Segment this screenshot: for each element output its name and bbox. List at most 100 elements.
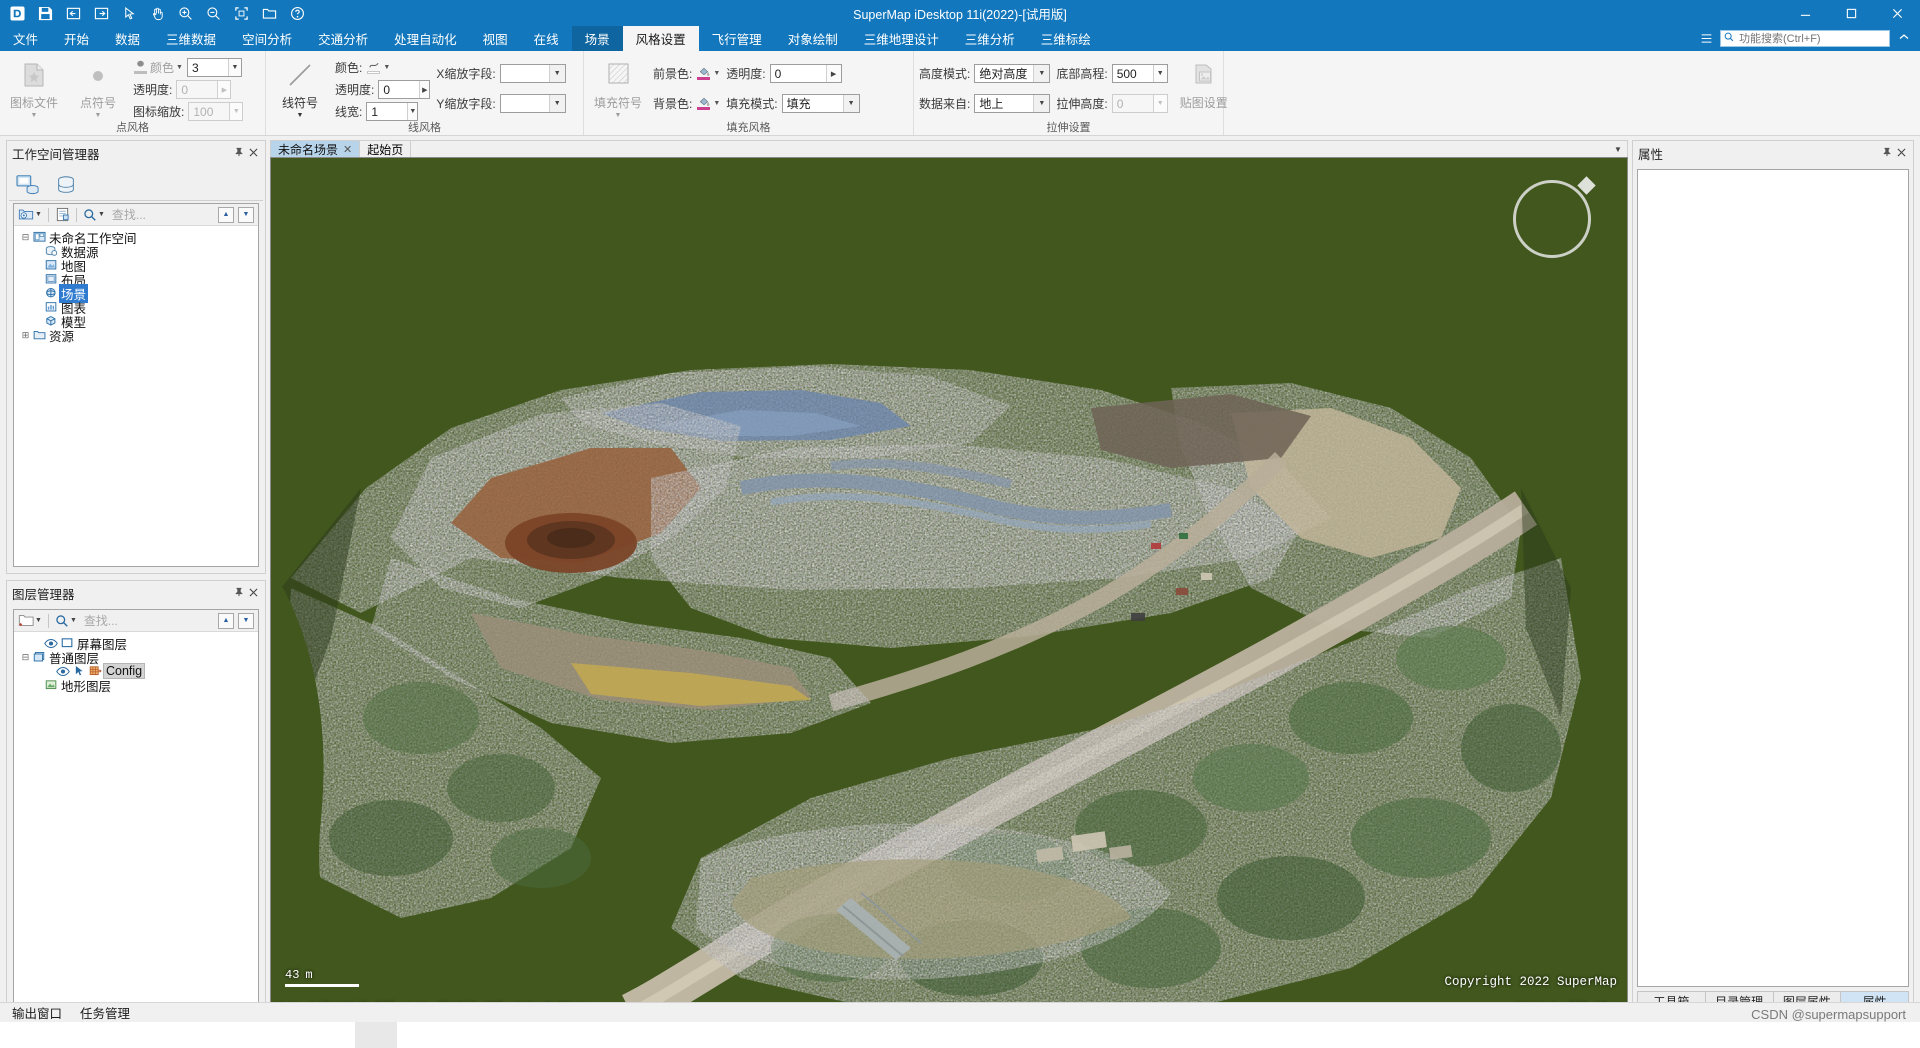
tree-node-map[interactable]: 地图 bbox=[20, 258, 258, 272]
tab-start[interactable]: 开始 bbox=[51, 26, 102, 51]
chevron-down-icon[interactable]: ▼ bbox=[383, 64, 390, 71]
tree-node-layout[interactable]: 布局 bbox=[20, 272, 258, 286]
point-count-spinner[interactable]: 3 ▼ bbox=[187, 58, 242, 77]
chevron-down-icon[interactable]: ▼ bbox=[229, 103, 242, 120]
minimize-button[interactable] bbox=[1782, 0, 1828, 26]
zoom-out-icon[interactable] bbox=[200, 1, 226, 25]
chevron-down-icon[interactable]: ▼ bbox=[176, 64, 183, 71]
undo-icon[interactable] bbox=[60, 1, 86, 25]
expander-icon[interactable]: ⊟ bbox=[20, 652, 31, 663]
tab-process-automation[interactable]: 处理自动化 bbox=[381, 26, 470, 51]
search-input[interactable] bbox=[1737, 31, 1886, 46]
move-up-icon[interactable]: ▲ bbox=[218, 613, 234, 629]
point-color-button[interactable]: 颜色 ▼ bbox=[133, 59, 183, 76]
chevron-right-icon[interactable]: ▶ bbox=[217, 81, 230, 98]
chevron-down-icon[interactable]: ▼ bbox=[713, 70, 720, 77]
zoom-in-icon[interactable] bbox=[172, 1, 198, 25]
fill-symbol-button[interactable]: 填充符号 ▼ bbox=[589, 55, 647, 119]
chevron-down-icon[interactable]: ▼ bbox=[35, 211, 42, 218]
line-symbol-button[interactable]: 线符号 ▼ bbox=[271, 55, 329, 119]
fill-opacity-spinner[interactable]: 0 ▶ bbox=[770, 64, 842, 83]
tab-traffic-analysis[interactable]: 交通分析 bbox=[305, 26, 381, 51]
chevron-down-icon[interactable]: ▼ bbox=[70, 617, 77, 624]
pin-icon[interactable] bbox=[232, 587, 246, 600]
restore-button[interactable] bbox=[1828, 0, 1874, 26]
chevron-down-icon[interactable]: ▼ bbox=[1153, 95, 1167, 112]
tab-file[interactable]: 文件 bbox=[0, 26, 51, 51]
expand-down-icon[interactable]: ▼ bbox=[238, 207, 254, 223]
chevron-down-icon[interactable]: ▼ bbox=[1609, 141, 1627, 157]
chevron-down-icon[interactable]: ▼ bbox=[1153, 65, 1167, 82]
close-icon[interactable] bbox=[1894, 148, 1908, 160]
close-button[interactable] bbox=[1874, 0, 1920, 26]
chevron-down-icon[interactable]: ▼ bbox=[35, 617, 42, 624]
chevron-down-icon[interactable]: ▼ bbox=[549, 65, 565, 82]
chevron-down-icon[interactable]: ▼ bbox=[297, 113, 304, 119]
close-icon[interactable]: ✕ bbox=[343, 143, 352, 156]
stretch-height-spinner[interactable]: 0 ▼ bbox=[1112, 94, 1168, 113]
open-folder-icon[interactable] bbox=[256, 1, 282, 25]
taskbar-item[interactable] bbox=[355, 1022, 397, 1048]
chevron-down-icon[interactable]: ▼ bbox=[31, 113, 38, 119]
tab-3d-analysis[interactable]: 三维分析 bbox=[952, 26, 1028, 51]
texture-settings-button[interactable]: 贴图设置 bbox=[1180, 55, 1228, 111]
redo-icon[interactable] bbox=[88, 1, 114, 25]
pan-hand-icon[interactable] bbox=[144, 1, 170, 25]
chevron-right-icon[interactable]: ▶ bbox=[419, 81, 429, 98]
chevron-down-icon[interactable]: ▼ bbox=[843, 95, 859, 112]
expander-icon[interactable]: ⊞ bbox=[20, 330, 31, 341]
tab-style-settings[interactable]: 风格设置 bbox=[623, 26, 699, 51]
tab-3d-data[interactable]: 三维数据 bbox=[153, 26, 229, 51]
ribbon-minimize-icon[interactable] bbox=[1894, 31, 1914, 46]
icon-scale-spinner[interactable]: 100 ▼ bbox=[188, 102, 243, 121]
line-opacity-spinner[interactable]: 0 ▶ bbox=[378, 80, 430, 99]
chevron-down-icon[interactable]: ▼ bbox=[549, 95, 565, 112]
tree-node-resource[interactable]: ⊞ 资源 bbox=[20, 328, 258, 342]
chevron-down-icon[interactable]: ▼ bbox=[98, 211, 105, 218]
move-down-icon[interactable]: ▼ bbox=[238, 613, 254, 629]
layer-node-terrain[interactable]: 地形图层 bbox=[20, 678, 258, 692]
select-arrow-icon[interactable] bbox=[116, 1, 142, 25]
pin-icon[interactable] bbox=[1880, 147, 1894, 160]
chevron-down-icon[interactable]: ▼ bbox=[407, 103, 417, 120]
tree-node-chart[interactable]: 图表 bbox=[20, 300, 258, 314]
chevron-down-icon[interactable]: ▼ bbox=[228, 59, 241, 76]
pin-icon[interactable] bbox=[232, 147, 246, 160]
chevron-right-icon[interactable]: ▶ bbox=[826, 65, 841, 82]
point-symbol-button[interactable]: 点符号 ▼ bbox=[69, 55, 127, 119]
full-extent-icon[interactable] bbox=[228, 1, 254, 25]
data-source-combo[interactable]: 地上 ▼ bbox=[974, 94, 1050, 113]
expander-icon[interactable]: ⊟ bbox=[20, 232, 31, 243]
y-scale-field-combo[interactable]: ▼ bbox=[500, 94, 566, 113]
tab-object-drawing[interactable]: 对象绘制 bbox=[775, 26, 851, 51]
scene-tab-unnamed[interactable]: 未命名场景 ✕ bbox=[271, 141, 360, 157]
tab-scene[interactable]: 场景 bbox=[572, 26, 623, 51]
new-workspace-button[interactable]: ▼ bbox=[18, 207, 42, 222]
tree-node-scene[interactable]: 场景 bbox=[20, 286, 258, 300]
chevron-down-icon[interactable]: ▼ bbox=[713, 100, 720, 107]
height-mode-combo[interactable]: 绝对高度 ▼ bbox=[974, 64, 1050, 83]
layer-search-button[interactable]: ▼ bbox=[55, 614, 77, 628]
collapse-up-icon[interactable]: ▲ bbox=[218, 207, 234, 223]
ribbon-help-icon[interactable] bbox=[1696, 27, 1716, 51]
status-output-window[interactable]: 输出窗口 bbox=[12, 1003, 62, 1022]
line-color-button[interactable]: ▼ bbox=[366, 60, 390, 75]
tab-3d-plotting[interactable]: 三维标绘 bbox=[1028, 26, 1104, 51]
close-icon[interactable] bbox=[246, 588, 260, 600]
workspace-search-button[interactable]: ▼ bbox=[83, 208, 105, 222]
layer-node-config[interactable]: Config bbox=[20, 664, 258, 678]
layer-search-placeholder[interactable]: 查找... bbox=[84, 612, 118, 629]
point-opacity-spinner[interactable]: 0 ▶ bbox=[176, 80, 231, 99]
scene-tab-start-page[interactable]: 起始页 bbox=[360, 141, 411, 157]
datasource-tab-icon[interactable] bbox=[53, 172, 79, 198]
bottom-elevation-spinner[interactable]: 500 ▼ bbox=[1112, 64, 1168, 83]
tab-view[interactable]: 视图 bbox=[470, 26, 521, 51]
compass-north-icon[interactable] bbox=[1513, 180, 1591, 258]
tree-node-datasource[interactable]: 数据源 bbox=[20, 244, 258, 258]
status-task-manager[interactable]: 任务管理 bbox=[80, 1003, 130, 1022]
tab-data[interactable]: 数据 bbox=[102, 26, 153, 51]
foreground-color-button[interactable]: ▼ bbox=[696, 66, 720, 81]
open-workspace-button[interactable] bbox=[55, 207, 70, 222]
chevron-down-icon[interactable]: ▼ bbox=[1033, 65, 1049, 82]
tab-spatial-analysis[interactable]: 空间分析 bbox=[229, 26, 305, 51]
